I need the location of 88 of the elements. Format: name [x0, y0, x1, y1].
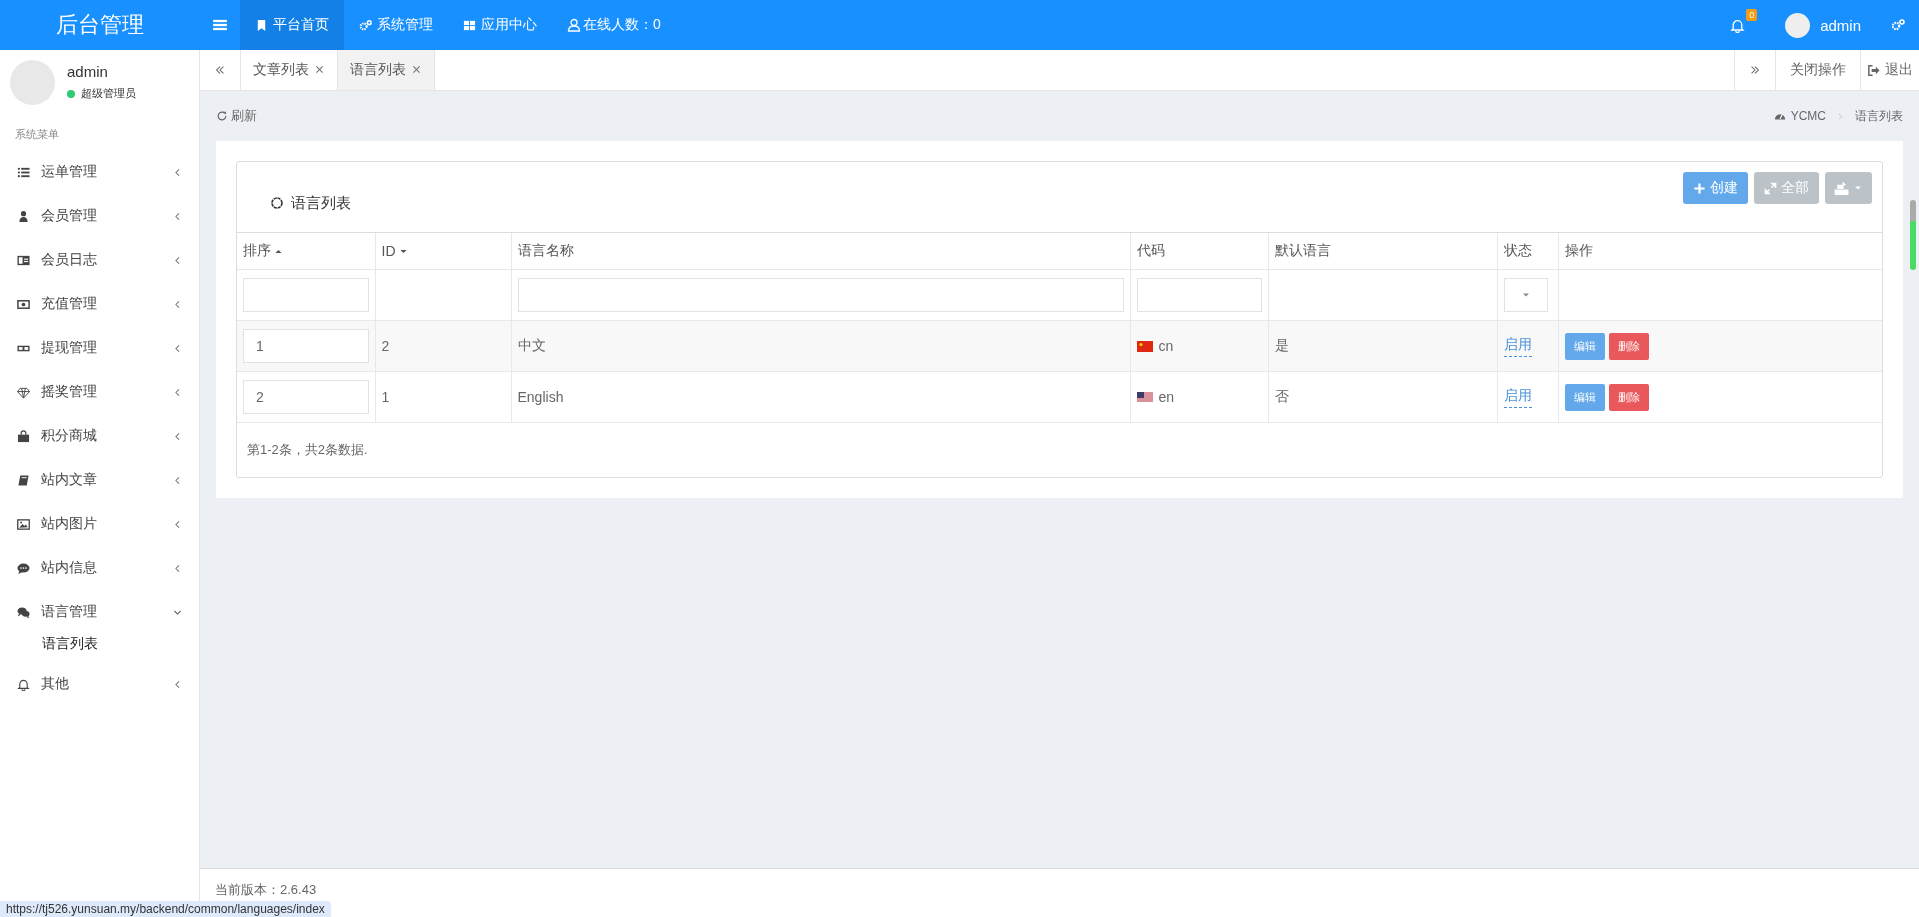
bell-icon [17, 677, 30, 691]
refresh-icon [216, 110, 228, 122]
sidebar-item[interactable]: 会员管理 [0, 194, 199, 238]
sidebar-item[interactable]: 站内文章 [0, 458, 199, 502]
order-field[interactable]: 1 [243, 329, 369, 363]
table-cell: 是 [1274, 337, 1289, 353]
double-chevron-right-icon [1749, 64, 1761, 76]
sidebar-item[interactable]: 站内信息 [0, 546, 199, 590]
sidebar-item[interactable]: 会员日志 [0, 238, 199, 282]
status-toggle[interactable]: 启用 [1503, 335, 1532, 357]
bookmark-icon [255, 18, 268, 32]
column-header: 语言名称 [517, 242, 574, 260]
idcard-icon [17, 253, 30, 267]
expand-icon [1764, 181, 1777, 195]
table-cell: cn [1158, 338, 1174, 354]
comment-icon [17, 561, 30, 575]
online-count: 在线人数：0 [552, 16, 676, 34]
nav-tab[interactable]: 平台首页 [240, 0, 344, 50]
cogs-icon [359, 18, 372, 32]
close-icon [411, 64, 422, 75]
notification-badge: 0 [1746, 8, 1758, 21]
column-header: 操作 [1564, 242, 1593, 260]
sign-out-icon [1867, 63, 1880, 77]
diamond-icon [17, 385, 30, 399]
menu-icon [212, 17, 228, 33]
export-button[interactable] [1825, 172, 1872, 204]
book-icon [17, 473, 30, 487]
filter-select[interactable] [1503, 278, 1548, 312]
sidebar-item[interactable]: 运单管理 [0, 150, 199, 194]
menu-title: 系统菜单 [14, 127, 60, 142]
table-cell: 中文 [517, 337, 546, 353]
bell-icon [1730, 17, 1746, 33]
table-cell: 1 [381, 389, 390, 405]
sidebar-item[interactable]: 摇奖管理 [0, 370, 199, 414]
image-icon [17, 517, 30, 531]
double-chevron-left-icon [214, 64, 226, 76]
user-icon [567, 18, 581, 32]
column-header[interactable]: ID [381, 243, 409, 259]
box-title: 语言列表 [291, 193, 351, 213]
status-toggle[interactable]: 启用 [1503, 386, 1532, 408]
sidebar-item[interactable]: 站内图片 [0, 502, 199, 546]
sidebar-item[interactable]: 提现管理 [0, 326, 199, 370]
column-header[interactable]: 排序 [243, 242, 284, 260]
filter-field[interactable] [1136, 278, 1262, 312]
list-icon [17, 165, 30, 179]
table-cell: en [1158, 389, 1175, 405]
sidebar-item[interactable]: 积分商城 [0, 414, 199, 458]
sidebar-user-name: admin [67, 63, 109, 80]
status-url: https://tj526.yunsuan.my/backend/common/languages/index [0, 901, 331, 917]
table-cell: 2 [381, 338, 390, 354]
user-avatar[interactable] [1785, 12, 1811, 38]
breadcrumb-item[interactable]: YCMC [1790, 109, 1826, 123]
filter-field[interactable] [517, 278, 1124, 312]
comments-icon [17, 605, 30, 619]
delete-button[interactable]: 删除 [1608, 383, 1649, 411]
column-header: 代码 [1136, 242, 1165, 260]
spinner-icon [270, 196, 284, 210]
nav-tab[interactable]: 系统管理 [344, 0, 448, 50]
sidebar-item[interactable]: 其他 [0, 662, 199, 706]
chevron-right-icon [1836, 111, 1845, 121]
filter-field[interactable] [243, 278, 369, 312]
page-tab[interactable]: 语言列表 [338, 50, 435, 90]
brand-title: 后台管理 [55, 11, 145, 39]
flag-icon [1136, 340, 1153, 352]
delete-button[interactable]: 删除 [1608, 332, 1649, 360]
table-cell: 否 [1274, 388, 1289, 404]
table-cell: English [517, 389, 564, 405]
user-role: 超级管理员 [81, 86, 136, 101]
plus-icon [1693, 181, 1706, 195]
refresh-link[interactable]: 刷新 [216, 107, 257, 125]
money-icon [17, 297, 30, 311]
table-summary: 第1-2条，共2条数据. [247, 441, 368, 459]
export-icon [1834, 180, 1849, 196]
column-header: 默认语言 [1274, 242, 1331, 260]
nav-tab[interactable]: 应用中心 [448, 0, 552, 50]
breadcrumb-item: 语言列表 [1855, 107, 1903, 125]
grid-icon [463, 18, 476, 32]
close-icon [314, 64, 325, 75]
order-field[interactable]: 2 [243, 380, 369, 414]
bag-icon [17, 429, 30, 443]
sidebar-item[interactable]: 充值管理 [0, 282, 199, 326]
user-name[interactable]: admin [1810, 16, 1891, 34]
column-header: 状态 [1503, 242, 1532, 260]
version-text: 当前版本：2.6.43 [215, 881, 317, 899]
settings-icon [1891, 18, 1905, 32]
user-icon [17, 209, 30, 223]
scrollbar[interactable] [1910, 200, 1916, 270]
flag-icon [1136, 391, 1153, 403]
